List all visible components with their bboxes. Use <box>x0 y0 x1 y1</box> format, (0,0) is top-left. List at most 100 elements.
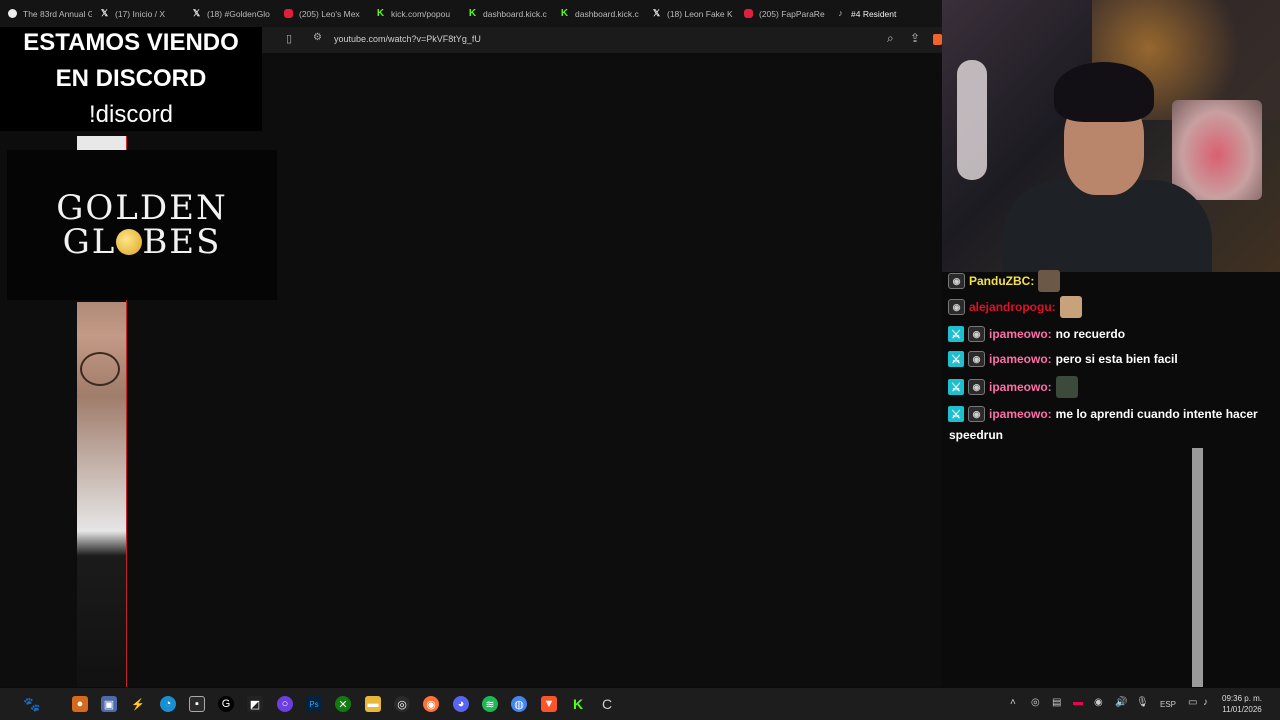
moderator-badge-icon: ⚔ <box>948 406 964 422</box>
system-clock[interactable]: 09:36 p. m. 11/01/2026 <box>1222 693 1262 715</box>
emote-icon <box>1059 296 1082 318</box>
chat-message: ⚔ ◉ ipameowo: me lo aprendi cuando inten… <box>948 406 1258 422</box>
tray-app-icon[interactable]: ▤ <box>1052 697 1061 708</box>
chat-message: ⚔ ◉ ipameowo: no recuerdo <box>948 326 1125 342</box>
site-settings-icon[interactable]: ⚙ <box>313 32 322 43</box>
chat-message: ◉ PanduZBC: <box>948 270 1061 292</box>
video-player[interactable] <box>0 53 942 687</box>
tab-label: (205) Leo's Mex <box>299 8 360 19</box>
url-field[interactable]: youtube.com/watch?v=PkVF8tYg_fU <box>334 34 481 44</box>
app-icon-dark[interactable]: ◩ <box>247 696 263 712</box>
lightning-app-icon[interactable]: ⚡ <box>130 696 146 712</box>
tab-label: kick.com/popou <box>391 8 451 19</box>
tab-label: (18) Leon Fake K <box>667 8 733 19</box>
discord-line-1: ESTAMOS VIENDO <box>23 29 239 56</box>
chat-username: ipameowo: <box>989 380 1052 394</box>
tab-x-leon[interactable]: 𝕏 (18) Leon Fake K <box>644 0 736 27</box>
tab-x-goldenglobes[interactable]: 𝕏 (18) #GoldenGlo <box>184 0 276 27</box>
subscriber-badge-icon: ◉ <box>948 299 965 315</box>
chat-username: ipameowo: <box>989 352 1052 366</box>
tab-kick-popou[interactable]: Kkick.com/popou <box>368 0 460 27</box>
tray-app-icon[interactable]: ◎ <box>1031 697 1040 708</box>
chrome-icon[interactable]: ◍ <box>511 696 527 712</box>
x-favicon-icon: 𝕏 <box>192 8 201 18</box>
browser-tab-strip: The 83rd Annual Golden Glo 𝕏 (17) Inicio … <box>0 0 942 27</box>
tray-chevron-icon[interactable]: ˄ <box>1010 697 1016 708</box>
tab-golden-globes[interactable]: The 83rd Annual Golden Glo <box>0 0 92 27</box>
widget-icon[interactable]: 🐾 <box>8 696 56 712</box>
tab-youtube-leos[interactable]: (205) Leo's Mex <box>276 0 368 27</box>
app-icon-orange[interactable]: ● <box>72 696 88 712</box>
tab-label: dashboard.kick.c <box>483 8 547 19</box>
tab-label: (18) #GoldenGlo <box>207 8 270 19</box>
volume-icon[interactable]: 🔊 <box>1115 697 1127 708</box>
kick-favicon-icon: K <box>560 7 569 19</box>
windows-taskbar: 🐾 ● ▣ ⚡ ◔ ▪ G ◩ ○ Ps ✕ ▬ ◎ ◉ ◕ ≋ ◍ ▼ K C… <box>0 688 1280 720</box>
subscriber-badge-icon: ◉ <box>968 326 985 342</box>
chat-text-continuation: speedrun <box>949 428 1004 442</box>
webcam-pillow <box>957 60 987 180</box>
chat-username: PanduZBC: <box>969 274 1035 288</box>
chat-username: ipameowo: <box>989 407 1052 421</box>
network-icon[interactable]: ▭ <box>1188 697 1197 708</box>
subscriber-badge-icon: ◉ <box>968 406 985 422</box>
clock-date: 11/01/2026 <box>1222 705 1262 714</box>
gg-logo-text: GL <box>62 222 117 262</box>
gg-logo-line-2: GL BES <box>63 225 222 259</box>
spotify-icon[interactable]: ≋ <box>482 696 498 712</box>
zoom-icon[interactable]: ⌕ <box>887 31 894 46</box>
subscriber-badge-icon: ◉ <box>968 351 985 367</box>
webcam-feed <box>942 0 1280 272</box>
tab-resident-active[interactable]: ♪ #4 Resident <box>828 0 920 27</box>
photoshop-icon[interactable]: Ps <box>306 696 322 712</box>
gg-logo-text: BES <box>142 222 222 262</box>
brave-icon[interactable]: ▼ <box>541 696 557 712</box>
obs-icon[interactable]: ○ <box>277 696 293 712</box>
tab-label: dashboard.kick.c <box>575 8 639 19</box>
bookmark-icon[interactable]: ▯ <box>286 32 292 45</box>
share-icon[interactable]: ⇪ <box>910 31 920 45</box>
webcam-poster <box>1172 100 1262 200</box>
chat-message: ◉ alejandropogu: <box>948 296 1082 318</box>
tab-label: (205) FapParaRe <box>759 8 825 19</box>
kick-favicon-icon: K <box>468 7 477 19</box>
brave-shield-icon[interactable] <box>933 34 942 45</box>
kick-favicon-icon: K <box>376 7 385 19</box>
moderator-badge-icon: ⚔ <box>948 379 964 395</box>
file-explorer-icon[interactable]: ▬ <box>365 696 381 712</box>
kick-icon[interactable]: K <box>570 696 586 712</box>
chat-scrollbar[interactable] <box>1192 448 1203 687</box>
tab-kick-dashboard-1[interactable]: Kdashboard.kick.c <box>460 0 552 27</box>
chat-message: ⚔ ◉ ipameowo: <box>948 376 1078 398</box>
microphone-icon[interactable]: 🎙 <box>1136 697 1149 708</box>
discord-line-2: EN DISCORD <box>55 65 207 92</box>
emote-icon <box>1055 376 1078 398</box>
speaker-icon[interactable]: ♪ <box>1203 697 1208 708</box>
tab-kick-dashboard-2[interactable]: Kdashboard.kick.c <box>552 0 644 27</box>
chat-text: pero si esta bien facil <box>1055 352 1178 366</box>
chat-message: ⚔ ◉ ipameowo: pero si esta bien facil <box>948 351 1178 367</box>
speaker-favicon-icon: ♪ <box>838 8 843 18</box>
app-icon-blue[interactable]: ▣ <box>101 696 117 712</box>
steam-icon[interactable]: ◎ <box>394 696 410 712</box>
app-icon-g[interactable]: G <box>218 696 234 712</box>
browser-edge-icon[interactable]: ◔ <box>160 696 176 712</box>
x-favicon-icon: 𝕏 <box>100 8 109 18</box>
golden-globes-favicon-icon <box>8 9 17 18</box>
firefox-icon[interactable]: ◉ <box>423 696 439 712</box>
youtube-favicon-icon <box>284 9 293 18</box>
youtube-favicon-icon <box>744 9 753 18</box>
app-icon-square[interactable]: ▪ <box>189 696 205 712</box>
tray-app-icon[interactable]: ▬ <box>1073 697 1083 708</box>
app-icon-c[interactable]: C <box>599 696 615 712</box>
tray-steam-icon[interactable]: ◉ <box>1094 697 1103 708</box>
clock-time: 09:36 p. m. <box>1222 694 1263 703</box>
discord-icon[interactable]: ◕ <box>453 696 469 712</box>
glasses-image <box>80 352 120 386</box>
language-indicator[interactable]: ESP <box>1160 700 1176 709</box>
gg-logo-line-1: GOLDEN <box>56 188 228 228</box>
xbox-icon[interactable]: ✕ <box>335 696 351 712</box>
tab-x-inicio[interactable]: 𝕏 (17) Inicio / X <box>92 0 184 27</box>
tab-youtube-fap[interactable]: (205) FapParaRe <box>736 0 828 27</box>
tab-label: (17) Inicio / X <box>115 8 166 19</box>
